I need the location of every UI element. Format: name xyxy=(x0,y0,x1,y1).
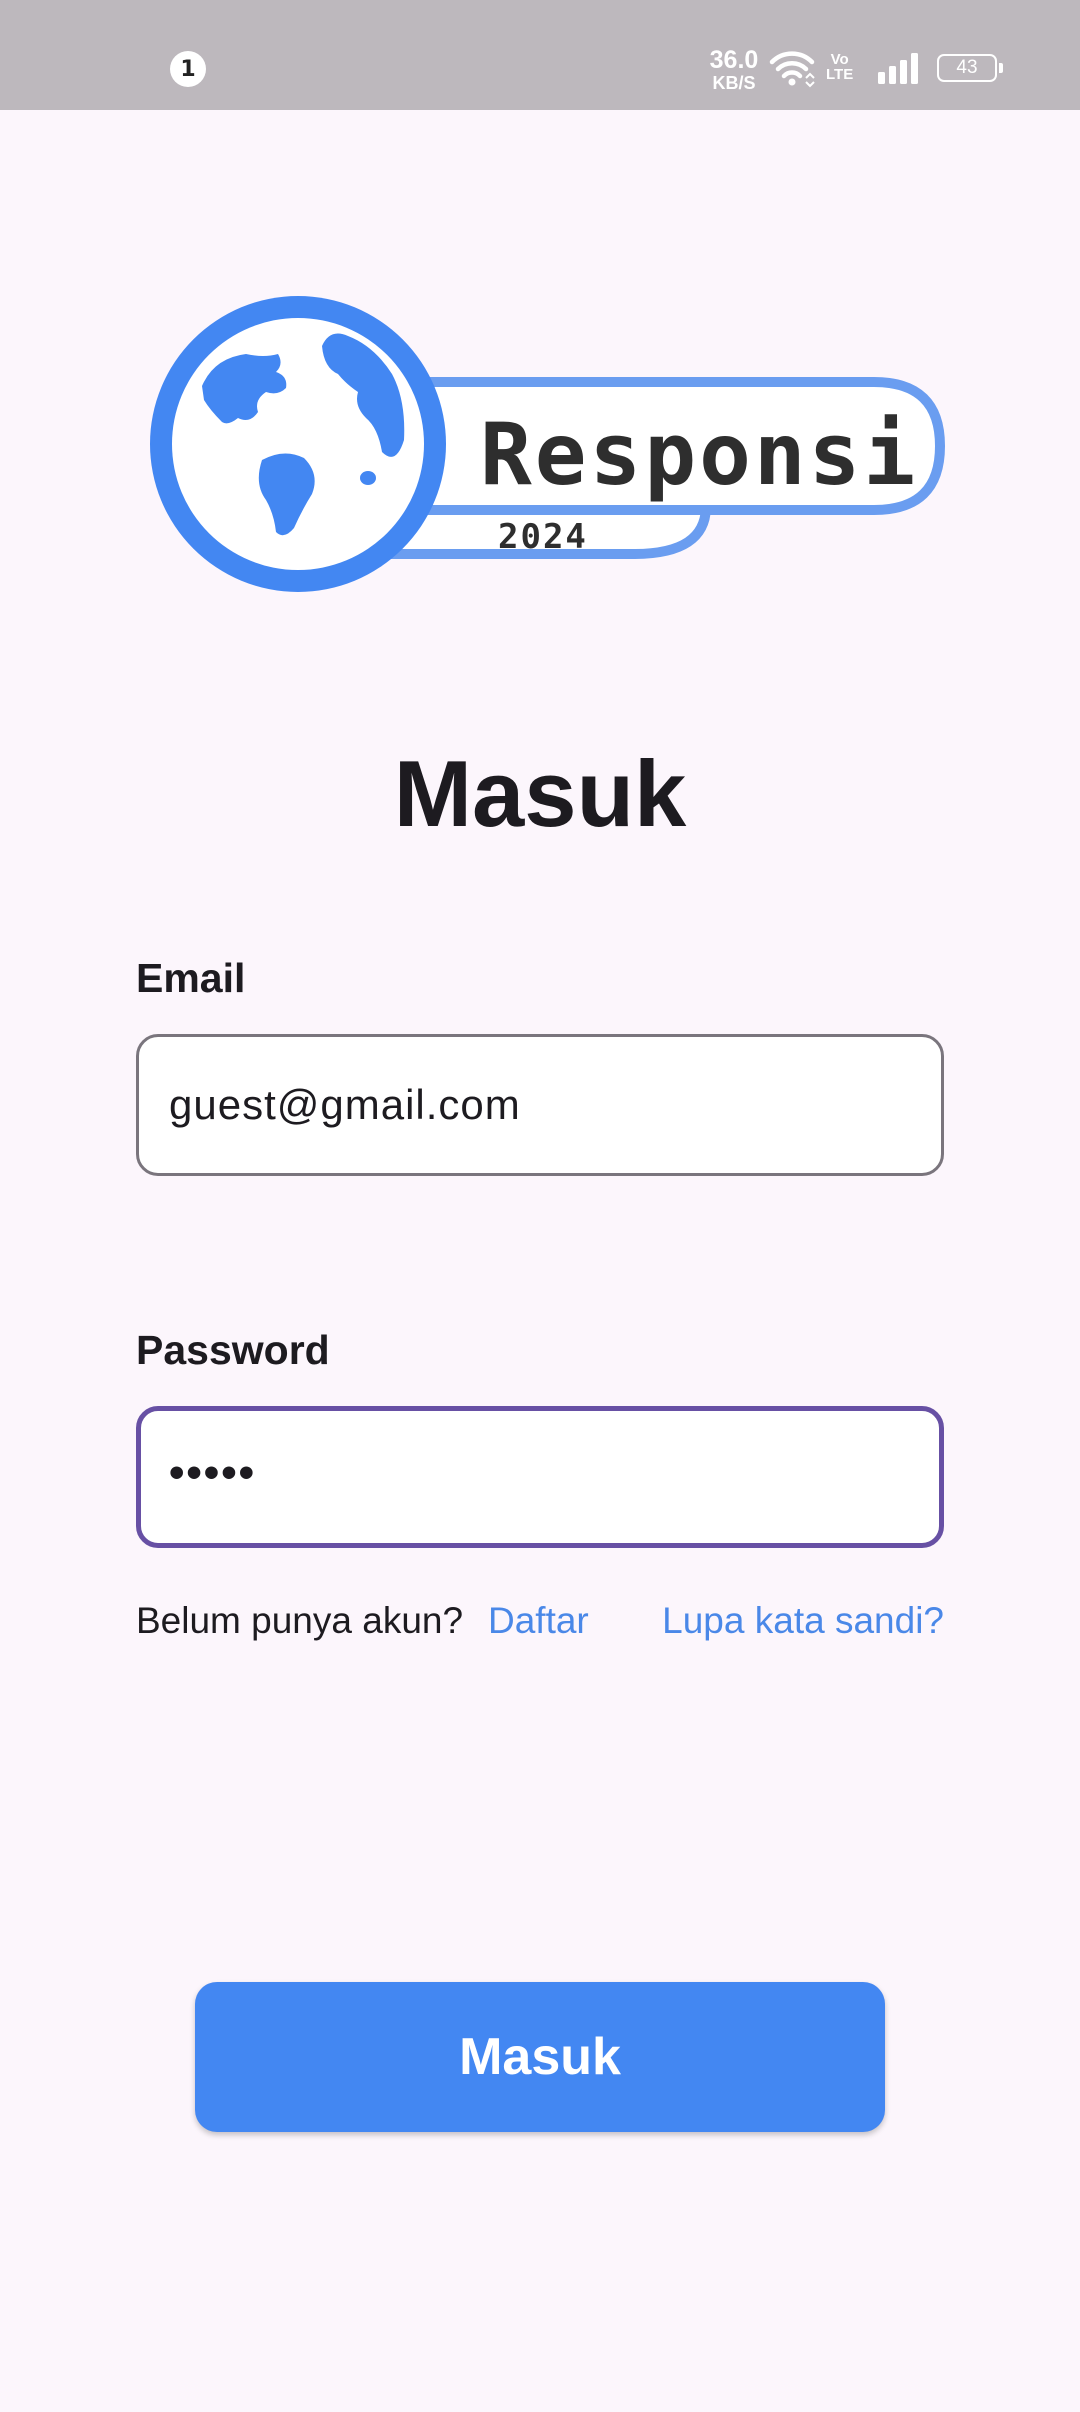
page-title: Masuk xyxy=(393,741,687,846)
email-field[interactable]: guest@gmail.com xyxy=(136,1034,944,1176)
forgot-password-link[interactable]: Lupa kata sandi? xyxy=(662,1600,944,1642)
volte-label-top: Vo xyxy=(830,51,849,68)
battery-icon: 43 xyxy=(937,54,1003,82)
volte-icon: Vo LTE xyxy=(826,52,853,82)
email-value: guest@gmail.com xyxy=(169,1081,521,1128)
network-speed: 36.0 KB/S xyxy=(706,46,762,93)
volte-label-bottom: LTE xyxy=(826,66,854,83)
wifi-icon xyxy=(769,51,815,88)
logo-title: Responsi xyxy=(480,405,918,505)
status-bar: 1 36.0 KB/S Vo LTE 43 xyxy=(0,0,1080,110)
password-value: ••••• xyxy=(169,1448,257,1497)
notification-badge: 1 xyxy=(170,51,206,87)
register-link[interactable]: Daftar xyxy=(488,1600,589,1642)
app-logo: Responsi 2024 xyxy=(150,296,946,592)
network-speed-value: 36.0 xyxy=(709,46,759,74)
network-speed-unit: KB/S xyxy=(712,73,756,93)
password-field[interactable]: ••••• xyxy=(136,1406,944,1548)
email-label: Email xyxy=(136,955,246,1001)
logo-year: 2024 xyxy=(498,517,588,557)
signal-icon xyxy=(878,53,918,84)
no-account-text: Belum punya akun? xyxy=(136,1600,464,1641)
password-label: Password xyxy=(136,1327,330,1373)
login-button[interactable]: Masuk xyxy=(195,1982,885,2132)
globe-icon xyxy=(150,296,446,592)
